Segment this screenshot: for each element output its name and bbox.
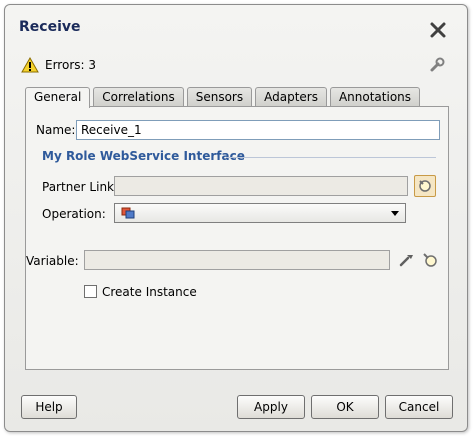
- general-panel: Name: Receive_1 My Role WebService Inter…: [25, 106, 449, 370]
- receive-dialog: Receive Errors: 3 General Correlations S…: [4, 4, 468, 432]
- errors-count: Errors: 3: [45, 58, 96, 72]
- browse-partner-link-button[interactable]: [414, 175, 436, 197]
- operation-label: Operation:: [42, 207, 106, 221]
- ok-button[interactable]: OK: [311, 395, 379, 419]
- chevron-down-icon: [391, 211, 399, 216]
- warning-icon: [21, 57, 39, 73]
- name-label: Name:: [36, 123, 76, 137]
- name-input[interactable]: Receive_1: [76, 120, 440, 140]
- variable-label: Variable:: [26, 254, 79, 268]
- help-button[interactable]: Help: [21, 395, 77, 419]
- cancel-button[interactable]: Cancel: [385, 395, 453, 419]
- errors-indicator: Errors: 3: [21, 55, 96, 75]
- partner-link-label: Partner Link:: [42, 180, 119, 194]
- tab-correlations[interactable]: Correlations: [93, 87, 184, 107]
- close-icon[interactable]: [429, 21, 447, 39]
- create-variable-icon[interactable]: [398, 252, 416, 268]
- tab-adapters[interactable]: Adapters: [255, 87, 327, 107]
- dialog-title: Receive: [19, 19, 81, 35]
- operation-icon: [121, 207, 135, 219]
- flashlight-icon: [419, 180, 431, 192]
- apply-button[interactable]: Apply: [237, 395, 305, 419]
- tab-sensors[interactable]: Sensors: [186, 87, 253, 107]
- tab-annotations[interactable]: Annotations: [329, 87, 421, 107]
- create-instance-label: Create Instance: [102, 285, 197, 299]
- group-divider: [226, 157, 436, 158]
- tab-bar: General Correlations Sensors Adapters An…: [25, 87, 423, 108]
- create-instance-checkbox[interactable]: [84, 285, 97, 298]
- operation-select[interactable]: [114, 203, 406, 223]
- browse-variable-icon[interactable]: [422, 252, 438, 268]
- wrench-icon[interactable]: [429, 57, 445, 73]
- partner-link-field[interactable]: [114, 176, 408, 196]
- variable-field[interactable]: [84, 250, 390, 270]
- webservice-group-title: My Role WebService Interface: [42, 149, 245, 163]
- tab-general[interactable]: General: [25, 87, 91, 108]
